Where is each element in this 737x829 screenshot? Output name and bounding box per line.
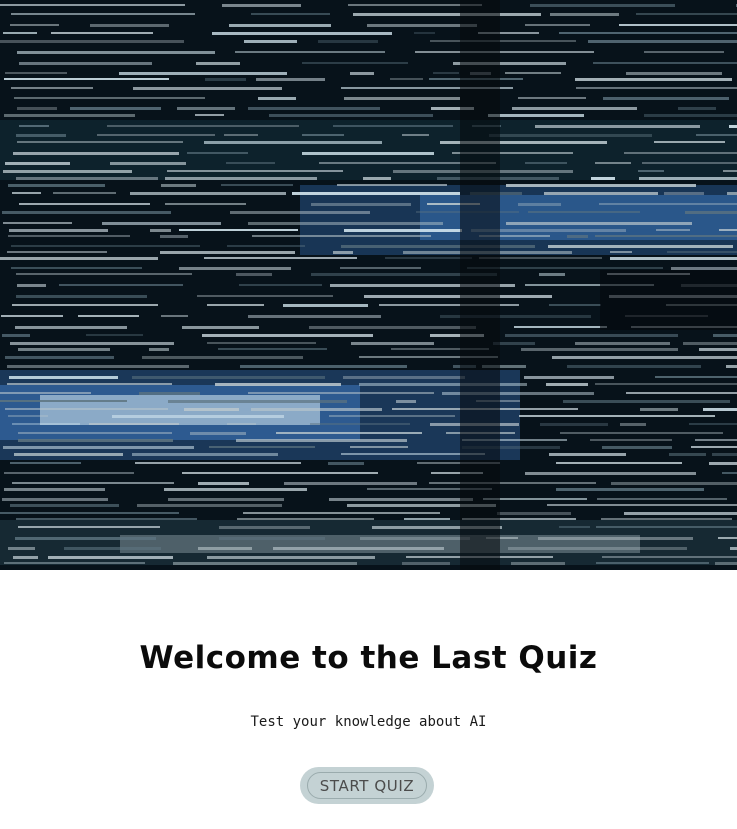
page-title: Welcome to the Last Quiz <box>139 640 598 676</box>
start-quiz-label: START QUIZ <box>307 772 427 799</box>
start-quiz-button[interactable]: START QUIZ <box>300 767 434 804</box>
glitch-background-image <box>0 0 737 570</box>
page-subtitle: Test your knowledge about AI <box>250 714 487 730</box>
hero-glitch-video <box>0 0 737 570</box>
